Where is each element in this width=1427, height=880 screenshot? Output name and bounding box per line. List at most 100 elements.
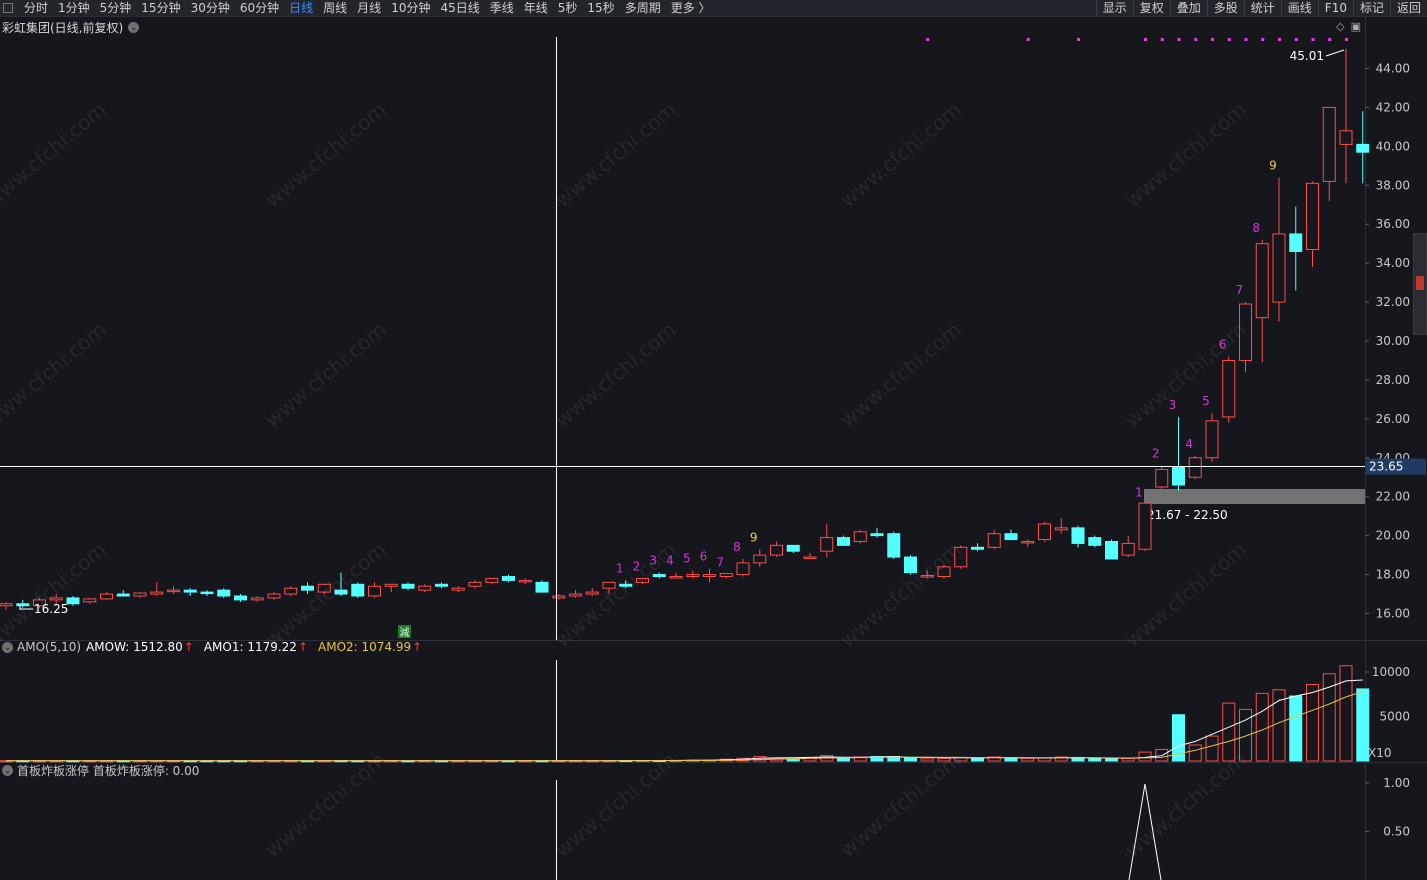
watermark: www.cfchi.com: [260, 747, 390, 862]
signal-dot: [1244, 38, 1248, 41]
candle: [1205, 420, 1219, 459]
candle: [284, 587, 298, 595]
amo-amo2: AMO2: 1074.99: [318, 640, 412, 654]
candle: [1306, 182, 1319, 251]
candle: [1071, 527, 1085, 544]
signal-dot: [1345, 38, 1348, 41]
limit-toggle-icon[interactable]: ⌄: [2, 765, 13, 776]
y-tick-label: 16.00: [1376, 607, 1410, 621]
candle: [250, 597, 264, 601]
candle: [1322, 106, 1336, 182]
candle: [451, 587, 465, 591]
candle: [83, 598, 97, 603]
watermark: www.cfchi.com: [260, 317, 390, 432]
candle: [1105, 540, 1118, 560]
amo-bar: [1205, 735, 1219, 762]
support-zone-label: 21.67 - 22.50: [1147, 508, 1228, 522]
high-marker: 45.01: [1290, 49, 1324, 63]
amo-bar: [1356, 688, 1370, 762]
amo-bar: [1239, 708, 1252, 762]
signal-dot: [1177, 38, 1181, 41]
amo-amow: AMOW: 1512.80: [86, 640, 183, 654]
kline-chart[interactable]: 44.00 42.00 40.00 38.00 36.00 34.00 32.00 30.00…: [0, 0, 1427, 880]
candle: [552, 595, 566, 599]
candle: [183, 589, 197, 593]
amo-bar: [904, 757, 917, 762]
signal-dot: [1144, 38, 1147, 41]
candle: [535, 581, 549, 593]
sequence-label: 7: [1236, 283, 1244, 297]
signal-dot: [1278, 38, 1281, 41]
y-tick-label: 38.00: [1376, 178, 1410, 192]
signal-dot: [1160, 38, 1164, 41]
candle: [0, 603, 13, 607]
candle: [167, 589, 180, 593]
candle: [887, 533, 901, 558]
watermark: www.cfchi.com: [550, 97, 680, 212]
signal-dot: [1211, 38, 1214, 41]
watermark: www.cfchi.com: [835, 317, 965, 432]
amo-bar: [1289, 695, 1303, 762]
y-tick-label: 44.00: [1376, 62, 1410, 76]
amo-header: ⌄ AMO(5,10) AMOW: 1512.80 ↑ AMO1: 1179.2…: [2, 640, 422, 654]
candle: [1038, 523, 1051, 541]
y-tick-label: 32.00: [1376, 295, 1410, 309]
high-marker-arrow: [1325, 49, 1345, 57]
signal-dot: [1311, 38, 1315, 41]
signal-dot: [1328, 38, 1332, 41]
amo-multiplier: X10: [1368, 746, 1392, 760]
y-tick-label: 36.00: [1376, 217, 1410, 231]
candle: [485, 577, 499, 583]
candle: [1356, 143, 1370, 153]
candle: [435, 583, 448, 587]
candle: [1155, 468, 1169, 488]
candle: [686, 574, 700, 578]
watermark: www.cfchi.com: [260, 97, 390, 212]
candle: [669, 576, 683, 579]
candle: [1222, 359, 1236, 418]
y-tick-label: 18.00: [1376, 568, 1410, 582]
candle: [1004, 533, 1018, 541]
watermark: www.cfchi.com: [550, 747, 680, 862]
sequence-label: 8: [733, 540, 741, 554]
watermark: www.cfchi.com: [0, 97, 111, 212]
side-panel-tab[interactable]: [1413, 233, 1427, 335]
sequence-label: 5: [1202, 394, 1210, 408]
sequence-label: 8: [1252, 221, 1260, 235]
amo-bar: [837, 757, 850, 762]
limit-tick-label: 1.00: [1383, 776, 1410, 790]
candle: [116, 593, 130, 597]
amo-amo1: AMO1: 1179.22: [203, 640, 297, 654]
amo-bar: [1088, 757, 1102, 762]
candle: [853, 531, 867, 542]
amo-bar: [920, 758, 934, 762]
signal-dot: [1261, 38, 1265, 41]
candle: [368, 585, 381, 597]
candle: [502, 576, 515, 581]
candle: [401, 583, 415, 589]
limit-tick-label: 0.50: [1383, 825, 1410, 839]
y-tick-label: 42.00: [1376, 100, 1410, 114]
amo-toggle-icon[interactable]: ⌄: [2, 641, 13, 653]
candle: [468, 581, 482, 587]
watermark: www.cfchi.com: [0, 537, 111, 652]
amo-tick-label: 5000: [1379, 710, 1410, 724]
sequence-label: 1: [1135, 486, 1143, 500]
candle: [1188, 457, 1202, 478]
y-tick-label: 40.00: [1376, 139, 1410, 153]
signal-dot: [926, 38, 930, 41]
candle: [1289, 233, 1303, 252]
sequence-label: 7: [716, 556, 724, 570]
candle: [820, 537, 834, 552]
signal-dot: [1026, 38, 1030, 41]
watermark: www.cfchi.com: [835, 747, 965, 862]
amo-bar: [1339, 665, 1353, 762]
y-tick-label: 28.00: [1376, 373, 1410, 387]
candle: [1138, 502, 1152, 550]
candle: [569, 593, 582, 597]
candle: [753, 554, 767, 564]
candle: [217, 589, 231, 597]
limit-header: ⌄ 首板炸板涨停 首板炸板涨停: 0.00: [2, 762, 199, 779]
signal-dot: [1227, 38, 1231, 41]
signal-dot: [1194, 38, 1198, 41]
